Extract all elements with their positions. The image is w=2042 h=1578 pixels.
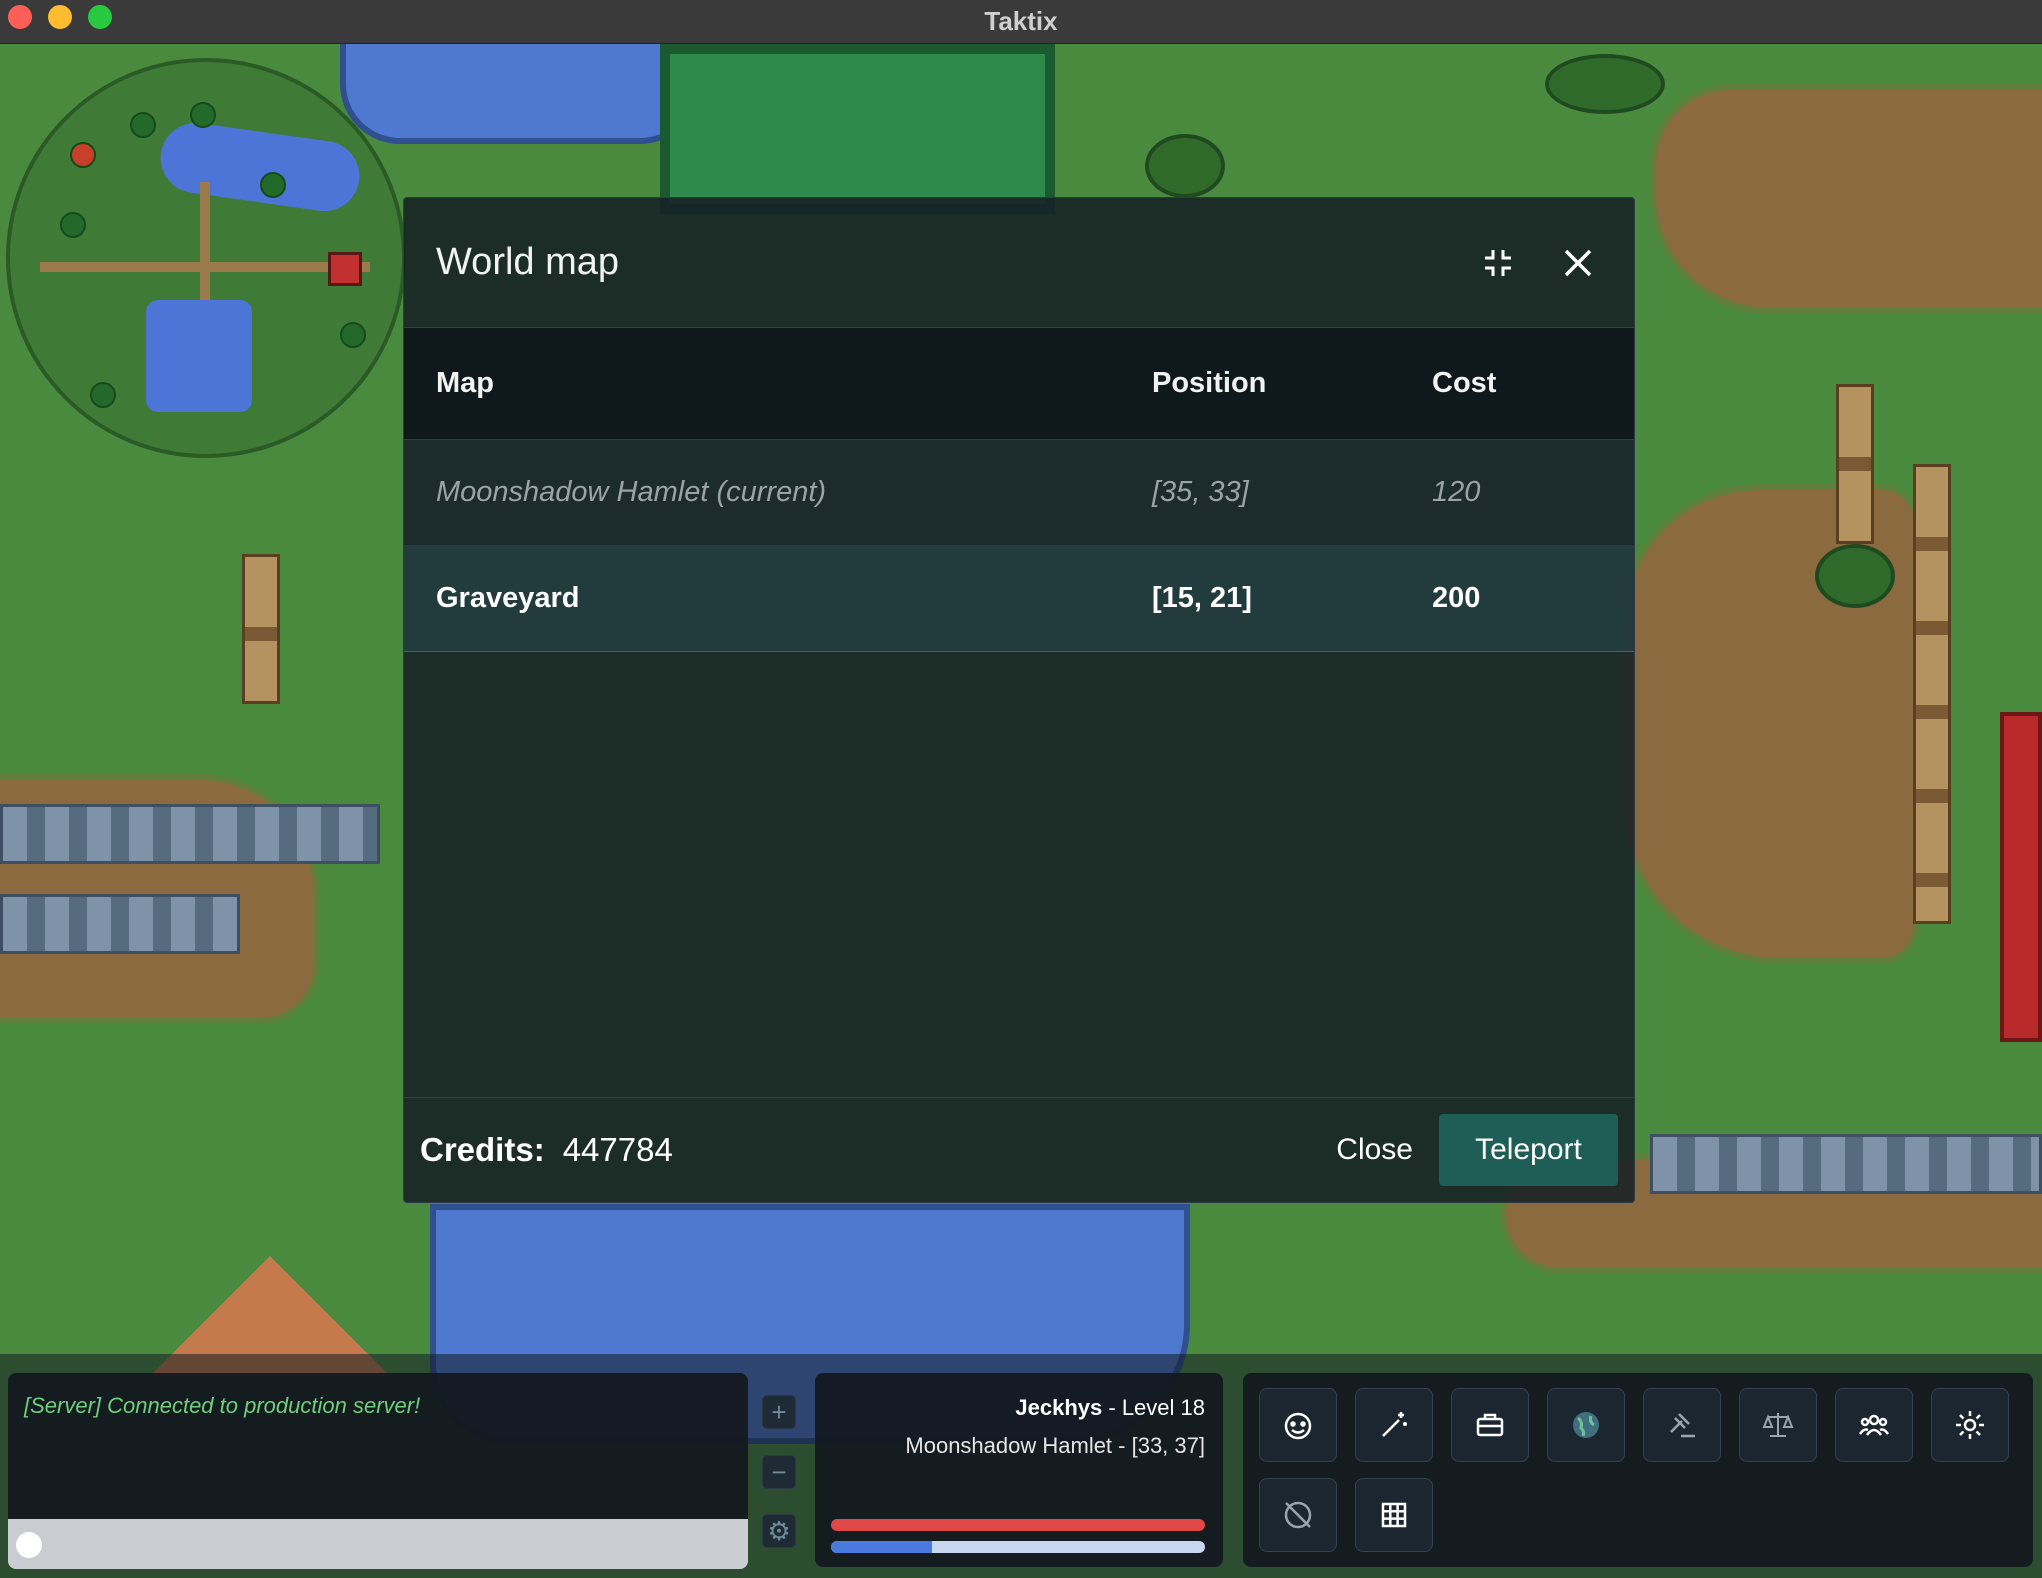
collapse-icon[interactable] (1474, 239, 1522, 287)
column-header-map: Map (436, 367, 494, 399)
row-map: Moonshadow Hamlet (current) (436, 476, 827, 508)
emote-icon (1284, 1412, 1312, 1440)
settings-icon (1956, 1411, 1984, 1439)
globe-icon (1573, 1412, 1599, 1438)
credits-value: 447784 (562, 1131, 673, 1168)
world-map-dialog: World map Map Position Cost Moonshadow H… (403, 197, 1635, 1203)
credits-label: Credits: (420, 1131, 545, 1168)
player-name: Jeckhys (1015, 1395, 1103, 1420)
tree (1545, 54, 1665, 114)
window-minimize-button[interactable] (48, 5, 72, 29)
bush (1815, 544, 1895, 608)
table-row[interactable]: Graveyard [15, 21] 200 (404, 546, 1634, 652)
close-icon[interactable] (1554, 239, 1602, 287)
group-icon (1858, 1414, 1890, 1436)
teleport-button[interactable]: Teleport (1439, 1114, 1618, 1186)
briefcase-icon (1476, 1413, 1504, 1437)
gear-icon: ⚙ (767, 1515, 791, 1546)
minimap-tree (130, 112, 156, 138)
minimap-tree (190, 102, 216, 128)
pond (340, 44, 700, 144)
fence (1650, 1134, 2042, 1194)
minus-icon: − (771, 1456, 787, 1487)
row-cost: 200 (1432, 582, 1481, 614)
log-fence (1913, 464, 1951, 924)
close-button[interactable]: Close (1336, 1133, 1413, 1167)
fence (0, 894, 240, 954)
greenhouse-building (660, 44, 1055, 214)
row-cost: 120 (1432, 476, 1481, 508)
minimap-house (328, 252, 362, 286)
player-location: Moonshadow Hamlet - [33, 37] (905, 1433, 1205, 1458)
fence (0, 804, 380, 864)
table-header: Map Position Cost (404, 328, 1634, 440)
dialog-header: World map (404, 198, 1634, 328)
social-button[interactable] (1835, 1388, 1913, 1462)
zoom-in-button[interactable]: + (762, 1395, 796, 1429)
red-building (2000, 712, 2042, 1042)
player-level: - Level 18 (1102, 1395, 1205, 1420)
inventory-button[interactable] (1451, 1388, 1529, 1462)
world-map-button[interactable] (1547, 1388, 1625, 1462)
trade-button[interactable] (1739, 1388, 1817, 1462)
gavel-icon (1670, 1413, 1695, 1438)
plus-icon: + (771, 1396, 787, 1427)
row-map: Graveyard (436, 582, 580, 614)
mana-bar (831, 1541, 1205, 1553)
window-close-button[interactable] (8, 5, 32, 29)
player-panel: Jeckhys - Level 18 Moonshadow Hamlet - [… (815, 1373, 1223, 1567)
hide-globe-icon (1284, 1501, 1312, 1529)
window-titlebar: Taktix (0, 0, 2042, 44)
grid-icon (1381, 1502, 1407, 1528)
mana-bar-fill (831, 1541, 932, 1553)
dirt-path (1650, 84, 2042, 314)
action-toolbar (1243, 1373, 2033, 1567)
emote-button[interactable] (1259, 1388, 1337, 1462)
health-bar-fill (831, 1519, 1205, 1531)
chat-log[interactable]: [Server] Connected to production server! (8, 1373, 748, 1519)
bush (1145, 134, 1225, 198)
dialog-footer: Credits: 447784 Close Teleport (404, 1097, 1634, 1202)
scales-icon (1762, 1413, 1794, 1437)
minimap-tree (60, 212, 86, 238)
magic-wand-icon (1382, 1412, 1407, 1437)
settings-button[interactable] (1931, 1388, 2009, 1462)
window-zoom-button[interactable] (88, 5, 112, 29)
row-position: [35, 33] (1152, 476, 1249, 508)
chat-settings-button[interactable]: ⚙ (762, 1514, 796, 1548)
health-bar (831, 1519, 1205, 1531)
window-title: Taktix (984, 6, 1058, 36)
auction-button[interactable] (1643, 1388, 1721, 1462)
toggle-world-button[interactable] (1259, 1478, 1337, 1552)
signpost (242, 554, 280, 704)
minimap[interactable] (6, 58, 406, 458)
chat-message: [Server] Connected to production server! (24, 1393, 421, 1418)
player-title: Jeckhys - Level 18 (1015, 1395, 1205, 1421)
dialog-title: World map (436, 241, 620, 283)
spells-button[interactable] (1355, 1388, 1433, 1462)
minimap-tree (90, 382, 116, 408)
table-row[interactable]: Moonshadow Hamlet (current) [35, 33] 120 (404, 440, 1634, 546)
lamp-post (1836, 384, 1874, 544)
minimap-river (156, 118, 364, 216)
zoom-out-button[interactable]: − (762, 1455, 796, 1489)
row-position: [15, 21] (1152, 582, 1252, 614)
column-header-cost: Cost (1432, 367, 1497, 399)
minimap-tree (70, 142, 96, 168)
minimap-tree (260, 172, 286, 198)
grid-button[interactable] (1355, 1478, 1433, 1552)
chat-input-indicator (16, 1532, 42, 1558)
chat-input[interactable] (8, 1519, 748, 1569)
minimap-lake (146, 300, 252, 412)
minimap-tree (340, 322, 366, 348)
column-header-position: Position (1152, 367, 1267, 399)
